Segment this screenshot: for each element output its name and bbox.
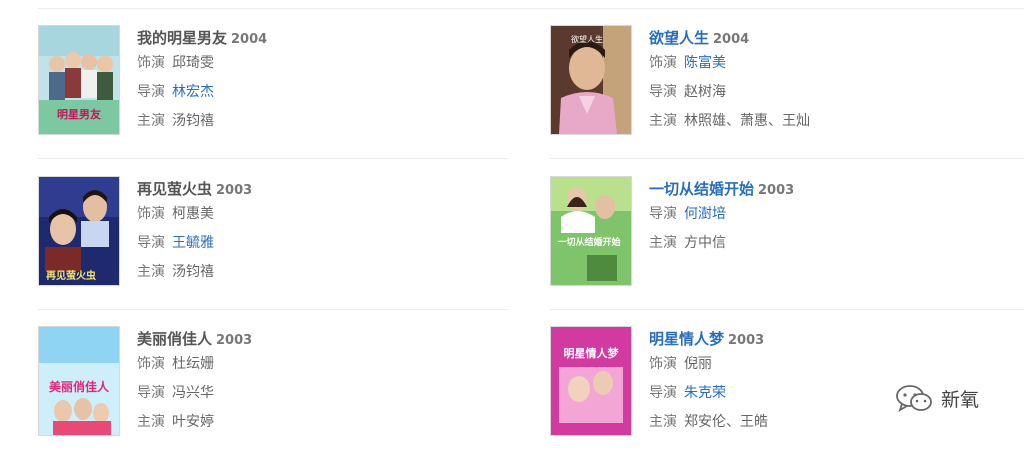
drama-poster[interactable]: 明星男友 <box>38 25 120 135</box>
director-label: 导演 <box>137 235 165 251</box>
drama-title[interactable]: 美丽俏佳人 <box>137 330 212 348</box>
cast-value: 方中信 <box>684 235 726 251</box>
poster-image: 欲望人生 <box>551 26 631 134</box>
director-value: 赵树海 <box>684 84 726 100</box>
role-value: 倪丽 <box>684 356 712 372</box>
drama-year: 2004 <box>231 32 268 47</box>
director-label: 导演 <box>649 385 677 401</box>
role-label: 饰演 <box>137 55 165 71</box>
drama-card: 美丽俏佳人 美丽俏佳人 2003 饰演 杜纭姗 导演 冯兴华 主演 叶安婷 <box>38 326 508 456</box>
drama-card: 欲望人生 欲望人生 2004 饰演 陈富美 导演 赵树海 主演 林照雄、萧惠、王灿 <box>550 25 1020 155</box>
drama-year: 2003 <box>758 183 795 198</box>
director-value: 冯兴华 <box>172 385 214 401</box>
top-divider <box>38 8 1024 9</box>
poster-image: 再见萤火虫 <box>39 177 119 285</box>
director-link[interactable]: 王毓雅 <box>172 235 214 251</box>
director-label: 导演 <box>649 206 677 222</box>
cast-value: 汤钧禧 <box>172 264 214 280</box>
drama-year: 2003 <box>728 333 765 348</box>
role-value: 邱琦雯 <box>172 55 214 71</box>
director-label: 导演 <box>649 84 677 100</box>
role-label: 饰演 <box>137 356 165 372</box>
director-link[interactable]: 何澍培 <box>684 206 726 222</box>
drama-card: 再见萤火虫 再见萤火虫 2003 饰演 柯惠美 导演 王毓雅 主演 汤钧禧 <box>38 176 508 306</box>
cast-value: 郑安伦、王皓 <box>684 414 768 430</box>
cast-value: 叶安婷 <box>172 414 214 430</box>
watermark-text: 新氧 <box>941 388 980 411</box>
watermark: 新氧 <box>895 380 979 416</box>
drama-title[interactable]: 明星情人梦 <box>649 330 724 348</box>
cast-label: 主演 <box>649 235 677 251</box>
row-divider <box>550 158 1024 159</box>
cast-label: 主演 <box>137 113 165 129</box>
row-divider <box>38 158 508 159</box>
poster-image: 明星情人梦 <box>551 327 631 435</box>
drama-year: 2003 <box>216 333 253 348</box>
row-divider <box>550 309 1024 310</box>
role-link[interactable]: 陈富美 <box>684 55 726 71</box>
director-link[interactable]: 朱克荣 <box>684 385 726 401</box>
cast-label: 主演 <box>649 113 677 129</box>
role-value: 柯惠美 <box>172 206 214 222</box>
svg-text:一切从结婚开始: 一切从结婚开始 <box>557 236 620 248</box>
drama-poster[interactable]: 一切从结婚开始 <box>550 176 632 286</box>
director-label: 导演 <box>137 385 165 401</box>
cast-value: 汤钧禧 <box>172 113 214 129</box>
cast-label: 主演 <box>649 414 677 430</box>
drama-title[interactable]: 我的明星男友 <box>137 29 227 47</box>
cast-label: 主演 <box>137 414 165 430</box>
role-value: 杜纭姗 <box>172 356 214 372</box>
poster-image: 明星男友 <box>39 26 119 134</box>
drama-poster[interactable]: 欲望人生 <box>550 25 632 135</box>
director-label: 导演 <box>137 84 165 100</box>
drama-year: 2003 <box>216 183 253 198</box>
role-label: 饰演 <box>137 206 165 222</box>
svg-text:明星情人梦: 明星情人梦 <box>564 346 620 360</box>
drama-title[interactable]: 欲望人生 <box>649 29 709 47</box>
drama-title[interactable]: 一切从结婚开始 <box>649 180 754 198</box>
director-link[interactable]: 林宏杰 <box>172 84 214 100</box>
poster-image: 美丽俏佳人 <box>39 327 119 435</box>
poster-image: 一切从结婚开始 <box>551 177 631 285</box>
drama-poster[interactable]: 再见萤火虫 <box>38 176 120 286</box>
wechat-icon <box>896 385 932 412</box>
drama-title[interactable]: 再见萤火虫 <box>137 180 212 198</box>
drama-poster[interactable]: 美丽俏佳人 <box>38 326 120 436</box>
svg-text:欲望人生: 欲望人生 <box>571 34 603 44</box>
row-divider <box>38 309 508 310</box>
cast-label: 主演 <box>137 264 165 280</box>
svg-text:美丽俏佳人: 美丽俏佳人 <box>49 379 110 394</box>
svg-text:明星男友: 明星男友 <box>57 107 101 121</box>
role-label: 饰演 <box>649 55 677 71</box>
role-label: 饰演 <box>649 356 677 372</box>
cast-value: 林照雄、萧惠、王灿 <box>684 113 810 129</box>
drama-card: 一切从结婚开始 一切从结婚开始 2003 导演 何澍培 主演 方中信 <box>550 176 1020 306</box>
svg-text:再见萤火虫: 再见萤火虫 <box>46 269 96 282</box>
drama-card: 明星男友 我的明星男友 2004 饰演 邱琦雯 导演 林宏杰 主演 汤钧禧 <box>38 25 508 155</box>
drama-poster[interactable]: 明星情人梦 <box>550 326 632 436</box>
drama-year: 2004 <box>713 32 750 47</box>
